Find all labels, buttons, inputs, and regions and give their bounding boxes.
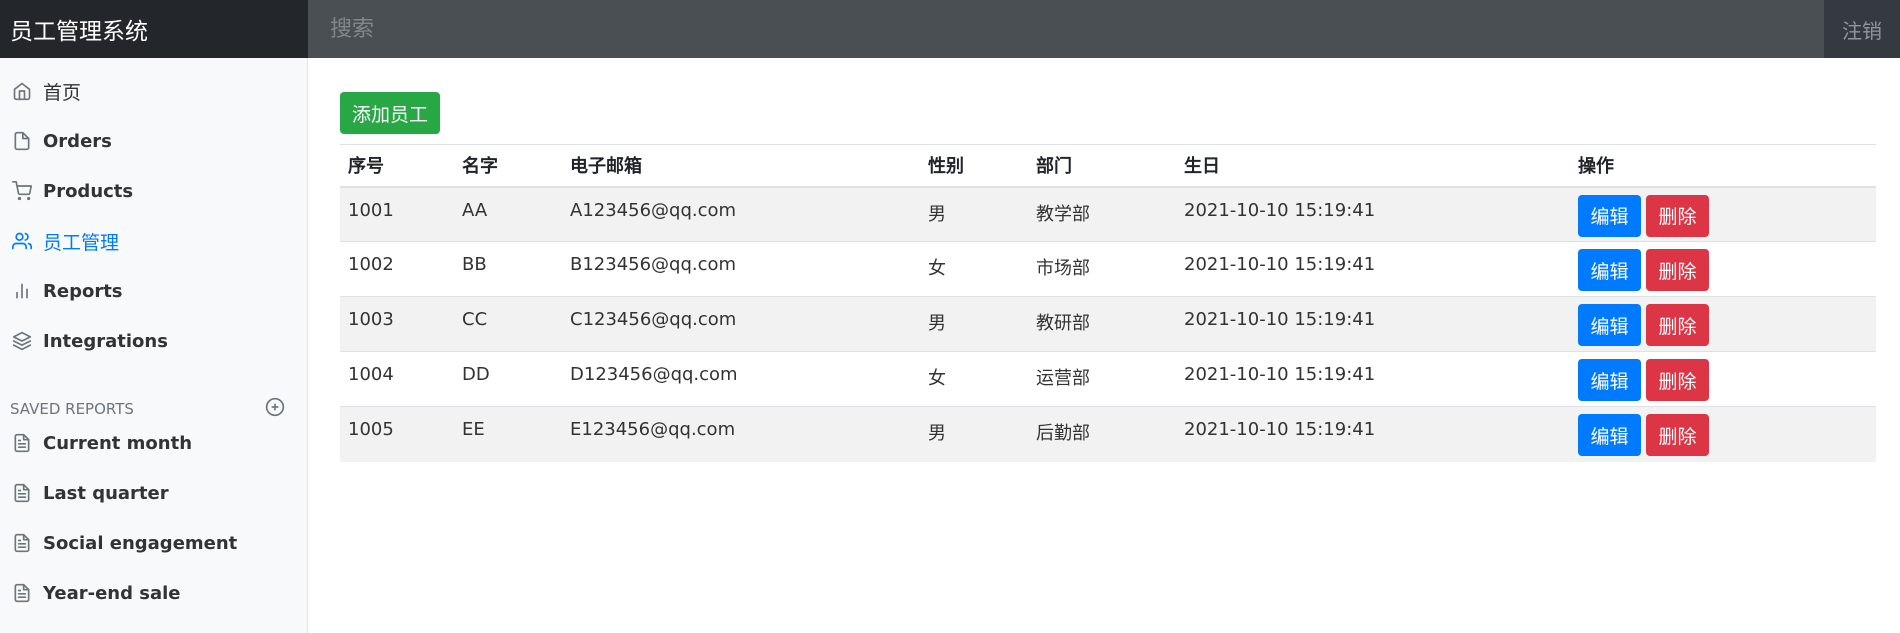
saved-report-year-end-sale[interactable]: Year-end sale (0, 568, 307, 618)
cell-id: 1003 (340, 296, 454, 352)
main-content: 添加员工 序号 名字 电子邮箱 性别 部门 生日 操作 1001 AA A123… (340, 92, 1876, 462)
cell-gender: 男 (920, 186, 1028, 242)
delete-button[interactable]: 删除 (1646, 249, 1709, 291)
cart-icon (12, 181, 32, 201)
cell-department: 教研部 (1028, 296, 1176, 352)
cell-department: 运营部 (1028, 351, 1176, 407)
sidebar-item-label: 员工管理 (43, 231, 120, 254)
table-row: 1004 DD D123456@qq.com 女 运营部 2021-10-10 … (340, 351, 1876, 407)
sidebar-item-home[interactable]: 首页 (0, 66, 307, 116)
employee-table: 序号 名字 电子邮箱 性别 部门 生日 操作 1001 AA A123456@q… (340, 144, 1876, 462)
saved-report-label: Current month (43, 432, 193, 454)
layers-icon (12, 331, 32, 351)
brand-title[interactable]: 员工管理系统 (0, 0, 308, 58)
search-input[interactable] (308, 0, 1824, 58)
cell-email: D123456@qq.com (562, 351, 920, 407)
cell-email: B123456@qq.com (562, 241, 920, 297)
logout-link[interactable]: 注销 (1824, 0, 1900, 58)
file-text-icon (12, 583, 32, 603)
column-header-department: 部门 (1028, 144, 1176, 188)
bar-chart-icon (12, 281, 32, 301)
edit-button[interactable]: 编辑 (1578, 414, 1641, 456)
cell-name: EE (454, 406, 562, 462)
cell-birthday: 2021-10-10 15:19:41 (1176, 351, 1570, 407)
column-header-actions: 操作 (1570, 144, 1876, 188)
cell-department: 市场部 (1028, 241, 1176, 297)
sidebar: 首页 Orders Products 员工管理 Reports Integrat… (0, 58, 308, 633)
sidebar-item-label: Integrations (43, 330, 168, 352)
cell-gender: 男 (920, 406, 1028, 462)
cell-birthday: 2021-10-10 15:19:41 (1176, 186, 1570, 242)
table-row: 1002 BB B123456@qq.com 女 市场部 2021-10-10 … (340, 241, 1876, 297)
cell-gender: 女 (920, 241, 1028, 297)
sidebar-item-orders[interactable]: Orders (0, 116, 307, 166)
saved-reports-title: SAVED REPORTS (10, 400, 134, 418)
saved-report-label: Year-end sale (43, 582, 181, 604)
table-row: 1005 EE E123456@qq.com 男 后勤部 2021-10-10 … (340, 406, 1876, 462)
sidebar-item-products[interactable]: Products (0, 166, 307, 216)
cell-email: E123456@qq.com (562, 406, 920, 462)
cell-birthday: 2021-10-10 15:19:41 (1176, 296, 1570, 352)
delete-button[interactable]: 删除 (1646, 304, 1709, 346)
file-text-icon (12, 433, 32, 453)
sidebar-item-label: Products (43, 180, 134, 202)
sidebar-item-reports[interactable]: Reports (0, 266, 307, 316)
users-icon (12, 231, 32, 251)
plus-circle-icon[interactable] (265, 397, 285, 421)
saved-report-last-quarter[interactable]: Last quarter (0, 468, 307, 518)
delete-button[interactable]: 删除 (1646, 194, 1709, 237)
table-header-row: 序号 名字 电子邮箱 性别 部门 生日 操作 (340, 144, 1876, 188)
cell-gender: 男 (920, 296, 1028, 352)
cell-email: A123456@qq.com (562, 186, 920, 242)
cell-actions: 编辑 删除 (1570, 241, 1876, 297)
edit-button[interactable]: 编辑 (1578, 249, 1641, 291)
saved-report-social-engagement[interactable]: Social engagement (0, 518, 307, 568)
cell-id: 1002 (340, 241, 454, 297)
saved-report-current-month[interactable]: Current month (0, 418, 307, 468)
home-icon (12, 81, 32, 101)
sidebar-item-employees[interactable]: 员工管理 (0, 216, 307, 266)
add-employee-button[interactable]: 添加员工 (340, 92, 441, 134)
delete-button[interactable]: 删除 (1646, 359, 1709, 401)
saved-report-label: Social engagement (43, 532, 238, 554)
sidebar-item-label: 首页 (43, 81, 82, 104)
sidebar-item-label: Orders (43, 130, 112, 152)
cell-name: AA (454, 186, 562, 242)
column-header-id: 序号 (340, 144, 454, 188)
cell-id: 1001 (340, 186, 454, 242)
cell-actions: 编辑 删除 (1570, 186, 1876, 242)
edit-button[interactable]: 编辑 (1578, 194, 1641, 237)
cell-name: CC (454, 296, 562, 352)
cell-id: 1004 (340, 351, 454, 407)
cell-name: DD (454, 351, 562, 407)
delete-button[interactable]: 删除 (1646, 414, 1709, 456)
edit-button[interactable]: 编辑 (1578, 304, 1641, 346)
cell-id: 1005 (340, 406, 454, 462)
cell-actions: 编辑 删除 (1570, 351, 1876, 407)
edit-button[interactable]: 编辑 (1578, 359, 1641, 401)
table-row: 1003 CC C123456@qq.com 男 教研部 2021-10-10 … (340, 296, 1876, 352)
cell-birthday: 2021-10-10 15:19:41 (1176, 406, 1570, 462)
cell-actions: 编辑 删除 (1570, 406, 1876, 462)
file-icon (12, 131, 32, 151)
cell-gender: 女 (920, 351, 1028, 407)
cell-actions: 编辑 删除 (1570, 296, 1876, 352)
cell-department: 后勤部 (1028, 406, 1176, 462)
column-header-birthday: 生日 (1176, 144, 1570, 188)
cell-department: 教学部 (1028, 186, 1176, 242)
file-text-icon (12, 483, 32, 503)
saved-report-label: Last quarter (43, 482, 169, 504)
column-header-name: 名字 (454, 144, 562, 188)
sidebar-item-label: Reports (43, 280, 123, 302)
cell-email: C123456@qq.com (562, 296, 920, 352)
cell-name: BB (454, 241, 562, 297)
table-row: 1001 AA A123456@qq.com 男 教学部 2021-10-10 … (340, 186, 1876, 242)
cell-birthday: 2021-10-10 15:19:41 (1176, 241, 1570, 297)
column-header-gender: 性别 (920, 144, 1028, 188)
file-text-icon (12, 533, 32, 553)
sidebar-item-integrations[interactable]: Integrations (0, 316, 307, 366)
column-header-email: 电子邮箱 (562, 144, 920, 188)
top-navbar: 员工管理系统 注销 (0, 0, 1900, 58)
